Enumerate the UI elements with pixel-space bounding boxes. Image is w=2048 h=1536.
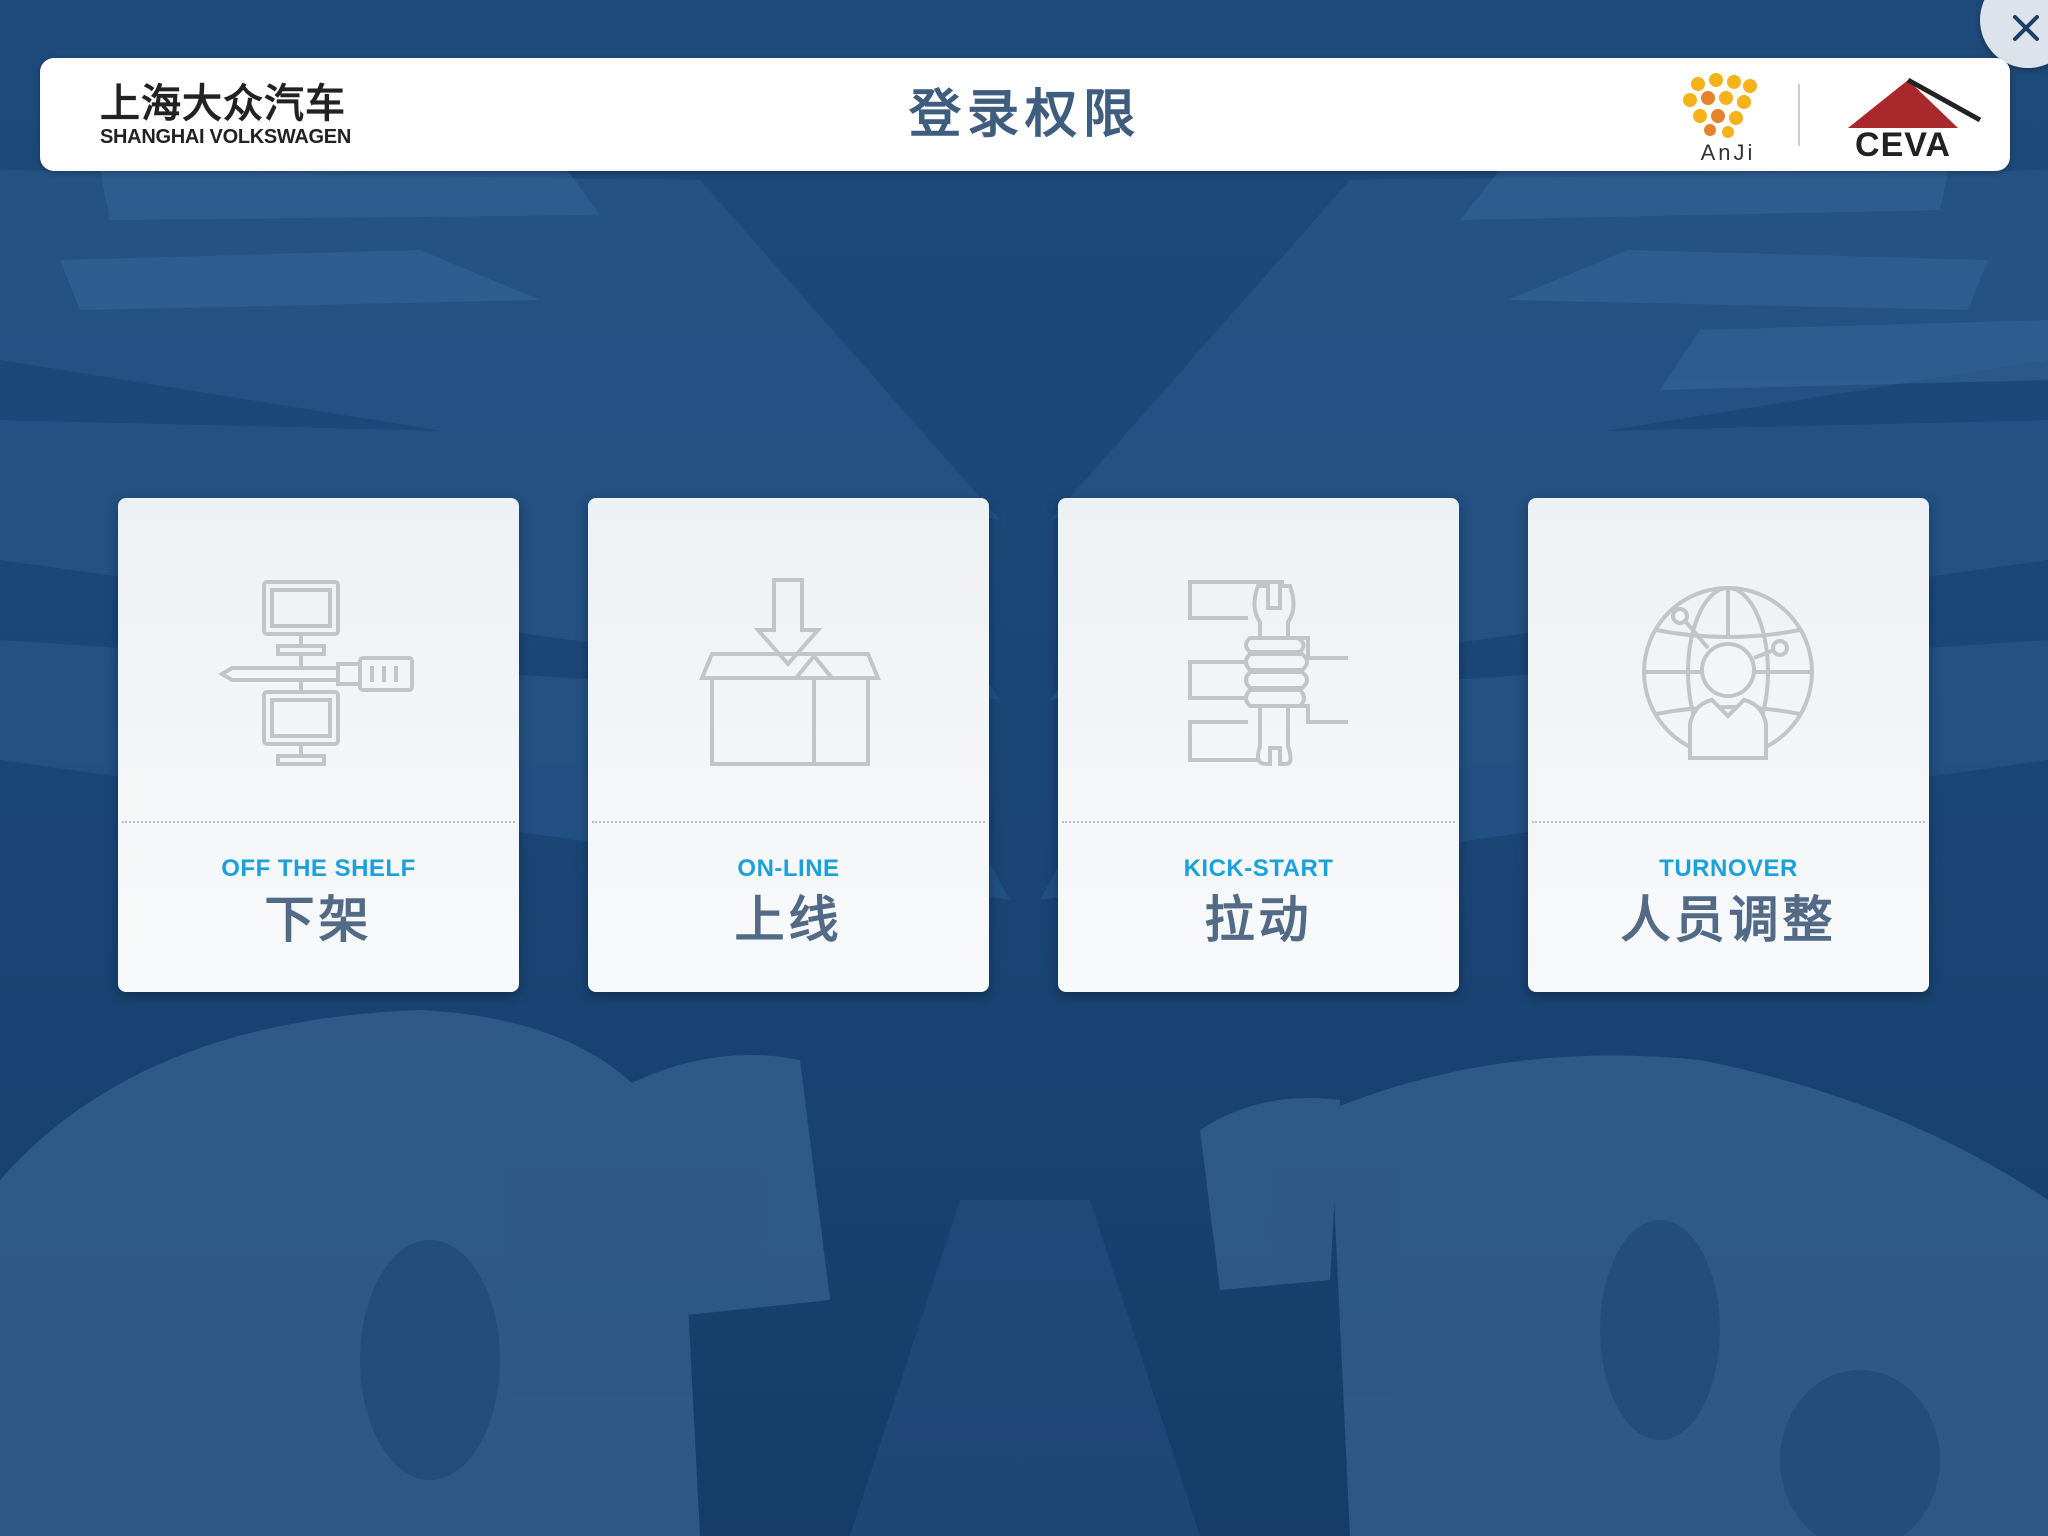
card-label-en: KICK-START — [1183, 855, 1334, 882]
anji-logo-text: AnJi — [1700, 140, 1756, 165]
logo-divider — [1798, 84, 1800, 146]
card-turnover[interactable]: TURNOVER 人员调整 — [1528, 498, 1929, 992]
screwdriver-computers-icon — [218, 580, 414, 766]
card-label-cn: 人员调整 — [1620, 891, 1837, 949]
card-on-line[interactable]: ON-LINE 上线 — [588, 498, 989, 992]
anji-logo: AnJi — [1678, 72, 1778, 165]
card-separator — [122, 821, 515, 823]
box-download-icon — [699, 578, 881, 766]
card-separator — [1062, 821, 1455, 823]
anji-dots-icon — [1683, 73, 1757, 138]
close-icon — [2013, 15, 2039, 41]
globe-person-icon — [1642, 586, 1814, 760]
card-separator — [592, 821, 985, 823]
permission-cards: OFF THE SHELF 下架 ON-LINE 上线 KICK-START 拉… — [118, 498, 1930, 992]
card-label-en: TURNOVER — [1659, 855, 1798, 882]
ceva-logo-text: CEVA — [1855, 126, 1951, 164]
card-kick-start[interactable]: KICK-START 拉动 — [1058, 498, 1459, 992]
ceva-logo: CEVA — [1838, 76, 1984, 164]
login-permissions-screen: 上海大众汽车 SHANGHAI VOLKSWAGEN 登录权限 AnJi CEV… — [0, 0, 2048, 1536]
card-label-cn: 下架 — [264, 891, 373, 949]
hand-wrench-icon — [1188, 580, 1348, 766]
card-off-the-shelf[interactable]: OFF THE SHELF 下架 — [118, 498, 519, 992]
header-bar: 上海大众汽车 SHANGHAI VOLKSWAGEN 登录权限 AnJi CEV… — [40, 58, 2010, 171]
card-label-en: OFF THE SHELF — [221, 855, 416, 882]
card-label-cn: 上线 — [734, 891, 843, 949]
card-label-cn: 拉动 — [1204, 891, 1313, 949]
card-label-en: ON-LINE — [737, 855, 840, 882]
card-separator — [1532, 821, 1925, 823]
